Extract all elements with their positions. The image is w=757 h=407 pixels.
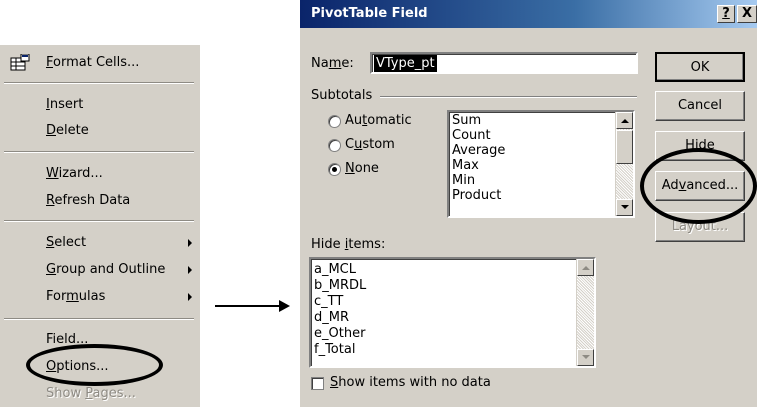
menu-item-group-and-outline[interactable]: Group and Outline	[46, 260, 165, 280]
hide-items-listbox[interactable]: a_MCL b_MRDL c_TT d_MR e_Other f_Total	[309, 257, 596, 368]
advanced-button[interactable]: Advanced...	[655, 171, 745, 201]
subtotals-label: Subtotals	[311, 88, 373, 103]
show-items-label[interactable]: Show items with no data	[330, 375, 491, 390]
pivottable-field-dialog: PivotTable Field ? X Name: VType_pt Subt…	[300, 0, 757, 407]
menu-item-options[interactable]: Options...	[46, 357, 109, 377]
menu-item-formulas[interactable]: Formulas	[46, 287, 105, 307]
radio-automatic[interactable]	[328, 115, 341, 128]
radio-custom-label[interactable]: Custom	[345, 137, 395, 152]
menu-item-field[interactable]: Field...	[46, 330, 88, 350]
list-item[interactable]: d_MR	[314, 310, 349, 325]
show-items-checkbox[interactable]	[311, 377, 324, 390]
dialog-title: PivotTable Field	[311, 6, 428, 21]
radio-custom[interactable]	[328, 139, 341, 152]
submenu-arrow-icon	[188, 266, 192, 274]
cancel-button[interactable]: Cancel	[655, 91, 745, 121]
layout-button: Layout...	[655, 212, 745, 242]
scroll-up-button[interactable]	[577, 259, 594, 276]
menu-separator	[4, 220, 194, 222]
list-item[interactable]: Sum	[452, 113, 481, 128]
list-item[interactable]: c_TT	[314, 294, 343, 309]
menu-item-select[interactable]: Select	[46, 233, 86, 253]
dialog-titlebar[interactable]: PivotTable Field ? X	[300, 0, 757, 28]
subtotals-group-line	[380, 96, 637, 98]
right-arrow-icon	[215, 300, 290, 312]
name-input[interactable]: VType_pt	[370, 52, 638, 74]
list-item[interactable]: a_MCL	[314, 262, 356, 277]
scroll-down-button[interactable]	[616, 199, 633, 216]
radio-selected-dot	[332, 167, 337, 172]
list-item[interactable]: Product	[452, 188, 501, 203]
hide-button[interactable]: Hide	[655, 131, 745, 161]
subtotal-scrollbar[interactable]	[615, 112, 633, 216]
radio-automatic-label[interactable]: Automatic	[345, 113, 412, 128]
menu-item-format-cells[interactable]: Format Cells...	[46, 53, 139, 73]
submenu-arrow-icon	[188, 239, 192, 247]
subtotal-functions-listbox[interactable]: Sum Count Average Max Min Product	[447, 110, 635, 218]
hide-items-label: Hide items:	[311, 237, 386, 252]
menu-separator	[4, 318, 194, 320]
list-item[interactable]: e_Other	[314, 326, 365, 341]
menu-item-wizard[interactable]: Wizard...	[46, 164, 103, 184]
scroll-thumb[interactable]	[616, 130, 633, 164]
menu-item-show-pages: Show Pages...	[46, 386, 136, 401]
ok-button[interactable]: OK	[655, 52, 745, 82]
arrow-up-icon	[582, 266, 590, 270]
list-item[interactable]: f_Total	[314, 342, 355, 357]
list-item[interactable]: Count	[452, 128, 491, 143]
radio-none[interactable]	[328, 163, 341, 176]
scroll-up-button[interactable]	[616, 112, 633, 129]
arrow-up-icon	[621, 119, 629, 123]
list-item[interactable]: Max	[452, 158, 479, 173]
context-menu: Format Cells... Insert Delete Wizard... …	[0, 45, 200, 407]
menu-item-insert[interactable]: Insert	[46, 95, 83, 115]
hide-items-scrollbar[interactable]	[576, 259, 594, 366]
menu-item-refresh-data[interactable]: Refresh Data	[46, 191, 130, 211]
list-item[interactable]: b_MRDL	[314, 278, 366, 293]
scroll-down-button[interactable]	[577, 349, 594, 366]
submenu-arrow-icon	[188, 293, 192, 301]
radio-none-label[interactable]: None	[345, 161, 379, 176]
arrow-down-icon	[582, 355, 590, 359]
arrow-down-icon	[621, 205, 629, 209]
menu-separator	[4, 151, 194, 153]
list-item[interactable]: Average	[452, 143, 505, 158]
menu-separator	[4, 82, 194, 84]
help-button[interactable]: ?	[717, 5, 735, 23]
format-cells-icon	[10, 54, 30, 71]
menu-item-delete[interactable]: Delete	[46, 121, 89, 141]
name-label: Name:	[311, 56, 354, 71]
close-button[interactable]: X	[737, 5, 757, 23]
name-input-value: VType_pt	[374, 55, 437, 72]
list-item[interactable]: Min	[452, 173, 475, 188]
